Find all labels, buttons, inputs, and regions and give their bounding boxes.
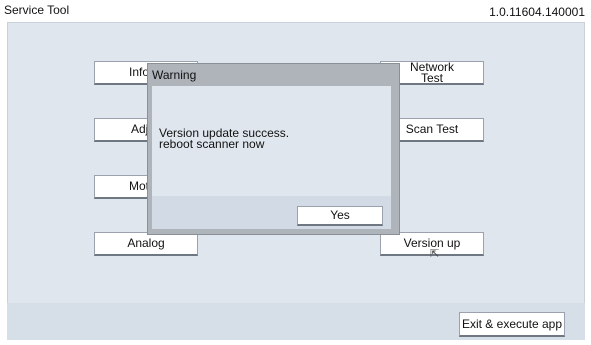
version-label: 1.0.11604.140001: [489, 5, 585, 19]
analog-button[interactable]: Analog: [94, 232, 198, 256]
mouse-pointer-icon: ⇱: [430, 248, 440, 260]
title-bar: Service Tool 1.0.11604.140001: [0, 0, 591, 22]
dialog-message-line2: reboot scanner now: [159, 137, 265, 151]
dialog-message: Version update success. reboot scanner n…: [159, 127, 289, 151]
app-title: Service Tool: [4, 3, 70, 17]
dialog-title: Warning: [152, 68, 197, 82]
exit-execute-button[interactable]: Exit & execute app: [459, 312, 565, 337]
yes-button[interactable]: Yes: [297, 206, 383, 226]
